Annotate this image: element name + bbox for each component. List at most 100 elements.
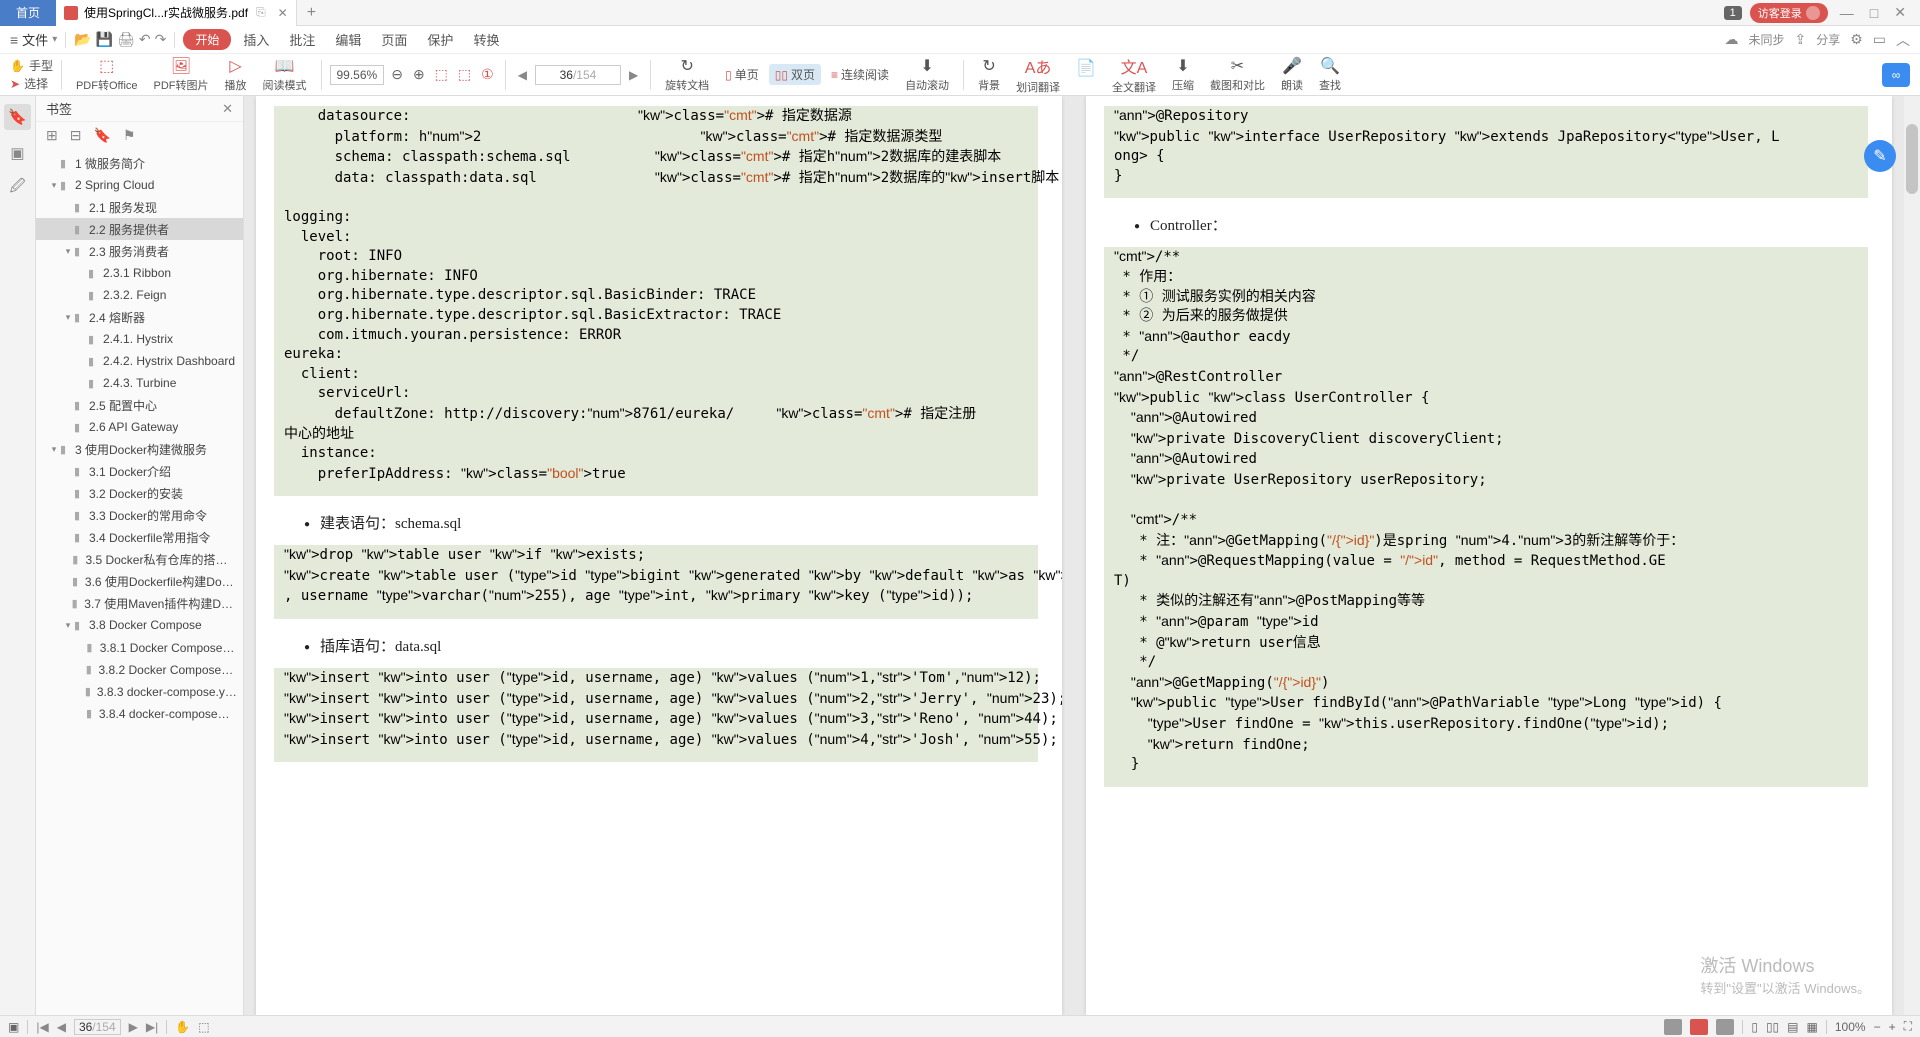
- page-viewport[interactable]: datasource: "kw">class="cmt"># 指定数据源 pla…: [244, 96, 1904, 1015]
- find[interactable]: 🔍查找: [1313, 56, 1347, 93]
- sb-zoom-out-icon[interactable]: −: [1874, 1020, 1881, 1034]
- add-bookmark-icon[interactable]: 🔖: [93, 127, 110, 144]
- menu-page[interactable]: 页面: [373, 30, 415, 49]
- full-translate[interactable]: 文A全文翻译: [1106, 54, 1162, 95]
- bookmark-item[interactable]: ▮3.5 Docker私有仓库的搭建与使用: [36, 548, 243, 570]
- attachments-rail-icon[interactable]: 🖉: [10, 176, 26, 201]
- sb-first-page-icon[interactable]: |◀: [36, 1020, 48, 1034]
- bookmark-item[interactable]: ▾▮3.8 Docker Compose: [36, 614, 243, 636]
- login-button[interactable]: 访客登录: [1750, 3, 1828, 23]
- bookmark-item[interactable]: ▮3.3 Docker的常用命令: [36, 504, 243, 526]
- select-tool[interactable]: ➤选择: [10, 75, 53, 92]
- minimize-icon[interactable]: —: [1836, 5, 1858, 21]
- menu-protect[interactable]: 保护: [419, 30, 461, 49]
- assistant-bubble-icon[interactable]: ✎: [1864, 140, 1896, 172]
- fit-width-icon[interactable]: ⬚: [455, 66, 474, 83]
- bookmark-item[interactable]: ▮3.8.3 docker-compose.yml常用命令: [36, 680, 243, 702]
- sb-zoom-in-icon[interactable]: +: [1889, 1020, 1896, 1034]
- start-tab[interactable]: 开始: [183, 29, 231, 50]
- bookmark-item[interactable]: ▮2.5 配置中心: [36, 394, 243, 416]
- bookmark-item[interactable]: ▮3.8.4 docker-compose常用命令: [36, 702, 243, 724]
- bookmark-item[interactable]: ▾▮3 使用Docker构建微服务: [36, 438, 243, 460]
- sb-hand-icon[interactable]: ✋: [175, 1020, 190, 1034]
- sb-fullscreen-icon[interactable]: ⛶: [1904, 1019, 1912, 1034]
- close-panel-icon[interactable]: ✕: [222, 101, 233, 117]
- sb-layout1-icon[interactable]: ▯: [1751, 1020, 1758, 1034]
- share-icon[interactable]: ⇪: [1794, 31, 1806, 48]
- bookmark-item[interactable]: ▮3.4 Dockerfile常用指令: [36, 526, 243, 548]
- vertical-scrollbar[interactable]: [1904, 96, 1920, 1015]
- sb-layout3-icon[interactable]: ▤: [1787, 1020, 1798, 1034]
- expand-all-icon[interactable]: ⊞: [46, 127, 58, 144]
- pdf-to-office[interactable]: ⬚PDF转Office: [70, 56, 144, 93]
- close-tab-icon[interactable]: ✕: [278, 6, 288, 20]
- auto-scroll[interactable]: ⬇自动滚动: [899, 56, 955, 93]
- cloud-icon[interactable]: ☁: [1724, 31, 1738, 48]
- next-page-icon[interactable]: ▶: [625, 68, 642, 82]
- single-page[interactable]: ▯单页: [719, 64, 765, 85]
- zoom-out-icon[interactable]: ⊖: [388, 66, 406, 83]
- bookmark-item[interactable]: ▮3.6 使用Dockerfile构建Docker镜像: [36, 570, 243, 592]
- bookmark-item[interactable]: ▮2.3.2. Feign: [36, 284, 243, 306]
- settings-icon[interactable]: ⚙: [1850, 31, 1863, 48]
- maximize-icon[interactable]: □: [1866, 5, 1882, 21]
- sb-layout2-icon[interactable]: ▯▯: [1766, 1020, 1779, 1034]
- background[interactable]: ↻背景: [972, 56, 1006, 93]
- sb-zoom-value[interactable]: 100%: [1835, 1020, 1866, 1034]
- bookmark-item[interactable]: ▾▮2.3 服务消费者: [36, 240, 243, 262]
- print-icon[interactable]: 🖨: [117, 31, 135, 48]
- word-translate[interactable]: Aあ划词翻译: [1010, 54, 1066, 95]
- new-tab-button[interactable]: +: [297, 4, 326, 22]
- sb-view2-icon[interactable]: [1690, 1019, 1708, 1035]
- sb-last-page-icon[interactable]: ▶|: [146, 1020, 158, 1034]
- document-tab[interactable]: 使用SpringCl...r实战微服务.pdf ⎘ ✕: [56, 0, 297, 26]
- bookmark-item[interactable]: ▮3.2 Docker的安装: [36, 482, 243, 504]
- notification-badge[interactable]: 1: [1724, 6, 1742, 20]
- double-page[interactable]: ▯▯双页: [769, 64, 821, 85]
- file-menu[interactable]: 文件: [22, 30, 48, 49]
- sb-prev-page-icon[interactable]: ◀: [57, 1020, 66, 1034]
- play-button[interactable]: ▷播放: [219, 56, 253, 93]
- bookmark-item[interactable]: ▮1 微服务简介: [36, 152, 243, 174]
- hand-tool[interactable]: ✋手型: [10, 57, 53, 74]
- bookmark-item[interactable]: ▮3.8.1 Docker Compose的安装: [36, 636, 243, 658]
- read-aloud[interactable]: 🎤朗读: [1275, 56, 1309, 93]
- bookmark-item[interactable]: ▮3.7 使用Maven插件构建Docker镜像: [36, 592, 243, 614]
- read-mode[interactable]: 📖阅读模式: [257, 56, 313, 93]
- prev-page-icon[interactable]: ◀: [514, 68, 531, 82]
- bookmark-item[interactable]: ▮2.2 服务提供者: [36, 218, 243, 240]
- menu-edit[interactable]: 编辑: [327, 30, 369, 49]
- zoom-in-icon[interactable]: ⊕: [410, 66, 428, 83]
- bookmark-item[interactable]: ▮2.4.1. Hystrix: [36, 328, 243, 350]
- flag-icon[interactable]: ⚑: [123, 127, 136, 144]
- page-input[interactable]: 36/154: [535, 65, 621, 85]
- home-tab[interactable]: 首页: [0, 0, 56, 26]
- hamburger-icon[interactable]: ≡: [10, 32, 18, 48]
- pdf-to-image[interactable]: 🖼PDF转图片: [148, 56, 215, 93]
- scrollbar-thumb[interactable]: [1906, 124, 1918, 194]
- window-icon[interactable]: ▭: [1873, 31, 1886, 48]
- pin-icon[interactable]: ⎘: [256, 5, 266, 20]
- extract-icon[interactable]: 📄: [1070, 58, 1102, 91]
- bookmark-item[interactable]: ▮3.1 Docker介绍: [36, 460, 243, 482]
- collapse-icon[interactable]: ︿: [1896, 30, 1910, 50]
- continuous-read[interactable]: ≡连续阅读: [825, 64, 895, 85]
- rotate-doc[interactable]: ↻旋转文档: [659, 56, 715, 93]
- open-icon[interactable]: 📂: [74, 31, 91, 48]
- close-window-icon[interactable]: ✕: [1890, 4, 1910, 21]
- sb-page-input[interactable]: 36/154: [74, 1019, 121, 1035]
- collapse-all-icon[interactable]: ⊟: [70, 127, 82, 144]
- redo-icon[interactable]: ↷: [155, 31, 167, 48]
- bookmark-item[interactable]: ▮3.8.2 Docker Compose入门示例: [36, 658, 243, 680]
- bookmark-item[interactable]: ▮2.3.1 Ribbon: [36, 262, 243, 284]
- menu-comment[interactable]: 批注: [281, 30, 323, 49]
- thumbnails-rail-icon[interactable]: ▣: [10, 144, 24, 162]
- bookmark-item[interactable]: ▮2.1 服务发现: [36, 196, 243, 218]
- cloud-sync-button[interactable]: ∞: [1882, 63, 1910, 87]
- sb-view3-icon[interactable]: [1716, 1019, 1734, 1035]
- save-icon[interactable]: 💾: [96, 31, 113, 48]
- bookmark-item[interactable]: ▮2.6 API Gateway: [36, 416, 243, 438]
- share-label[interactable]: 分享: [1816, 31, 1840, 48]
- sb-select-icon[interactable]: ⬚: [198, 1020, 209, 1034]
- sb-layout4-icon[interactable]: ▦: [1807, 1020, 1818, 1034]
